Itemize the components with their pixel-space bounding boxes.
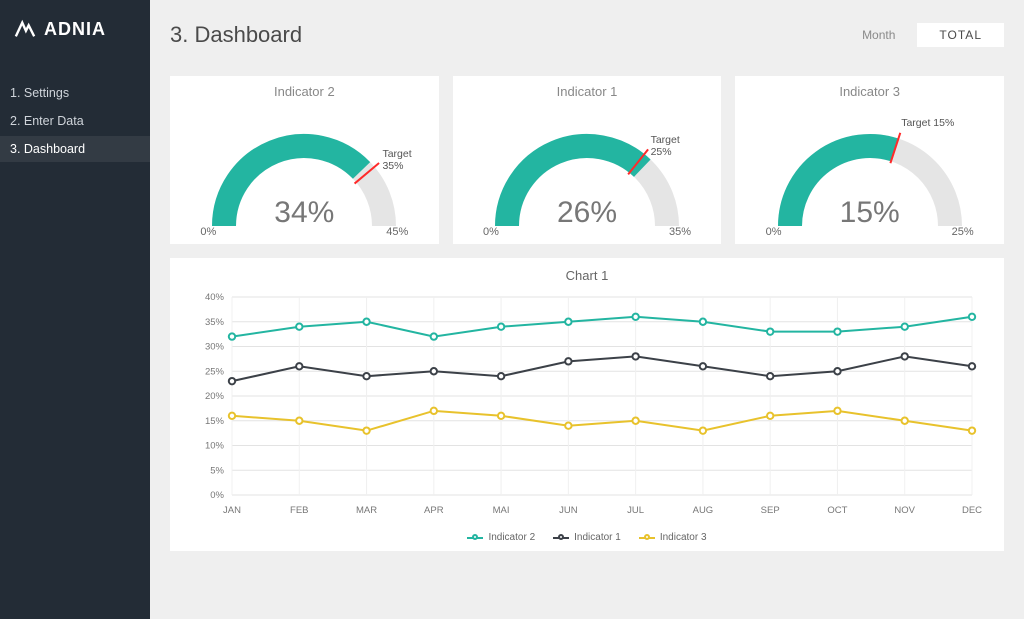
svg-text:0%: 0% bbox=[210, 490, 224, 501]
chart-card: Chart 1 0% 5% 10% 15% 20% 25% 30% 35% 40% JAN FEB M… bbox=[170, 258, 1004, 551]
gauge-max: 45% bbox=[386, 226, 408, 238]
legend-item: Indicator 1 bbox=[553, 532, 621, 543]
svg-text:30%: 30% bbox=[205, 342, 225, 353]
gauge-target-label: Target 25% bbox=[651, 134, 697, 158]
sidebar: ADNIA 1. Settings2. Enter Data3. Dashboa… bbox=[0, 0, 150, 619]
svg-text:10%: 10% bbox=[205, 441, 225, 452]
legend-item: Indicator 2 bbox=[467, 532, 535, 543]
gauge-title: Indicator 1 bbox=[465, 84, 710, 99]
svg-text:15%: 15% bbox=[205, 416, 225, 427]
svg-text:APR: APR bbox=[424, 505, 444, 516]
nav-item-2[interactable]: 3. Dashboard bbox=[0, 136, 150, 162]
gauge-card-0: Indicator 2 34% 0% 45% Target 35% bbox=[170, 76, 439, 244]
svg-text:MAR: MAR bbox=[356, 505, 377, 516]
gauge-min: 0% bbox=[200, 226, 216, 238]
svg-text:DEC: DEC bbox=[962, 505, 982, 516]
main: 3. Dashboard Month TOTAL Indicator 2 34%… bbox=[150, 0, 1024, 619]
gauge-title: Indicator 2 bbox=[182, 84, 427, 99]
gauge-value: 34% bbox=[194, 196, 414, 230]
brand-text: ADNIA bbox=[44, 19, 106, 40]
svg-text:FEB: FEB bbox=[290, 505, 308, 516]
gauge-target-label: Target 15% bbox=[901, 117, 954, 129]
svg-text:SEP: SEP bbox=[761, 505, 780, 516]
svg-text:35%: 35% bbox=[205, 317, 225, 328]
gauge: 15% 0% 25% Target 15% bbox=[760, 103, 980, 238]
svg-text:JUN: JUN bbox=[559, 505, 578, 516]
toggle-month[interactable]: Month bbox=[840, 23, 917, 47]
toggle-total[interactable]: TOTAL bbox=[917, 23, 1004, 47]
gauge-card-1: Indicator 1 26% 0% 35% Target 25% bbox=[453, 76, 722, 244]
nav-item-1[interactable]: 2. Enter Data bbox=[0, 108, 150, 134]
brand: ADNIA bbox=[0, 18, 150, 80]
gauge-value: 26% bbox=[477, 196, 697, 230]
svg-text:5%: 5% bbox=[210, 465, 224, 476]
gauge: 34% 0% 45% Target 35% bbox=[194, 103, 414, 238]
gauge-target-label: Target 35% bbox=[382, 148, 414, 172]
nav: 1. Settings2. Enter Data3. Dashboard bbox=[0, 80, 150, 162]
nav-item-0[interactable]: 1. Settings bbox=[0, 80, 150, 106]
svg-text:MAI: MAI bbox=[493, 505, 510, 516]
svg-text:20%: 20% bbox=[205, 391, 225, 402]
gauge-value: 15% bbox=[760, 196, 980, 230]
gauge-min: 0% bbox=[483, 226, 499, 238]
gauge-max: 35% bbox=[669, 226, 691, 238]
page-title: 3. Dashboard bbox=[170, 22, 302, 48]
svg-text:40%: 40% bbox=[205, 292, 225, 303]
gauge: 26% 0% 35% Target 25% bbox=[477, 103, 697, 238]
line-chart: 0% 5% 10% 15% 20% 25% 30% 35% 40% JAN FEB MAR APR MAI… bbox=[192, 291, 982, 521]
chart-title: Chart 1 bbox=[192, 268, 982, 283]
chart-legend: Indicator 2 Indicator 1 Indicator 3 bbox=[192, 532, 982, 543]
svg-text:NOV: NOV bbox=[894, 505, 915, 516]
svg-text:OCT: OCT bbox=[827, 505, 847, 516]
period-toggle: Month TOTAL bbox=[840, 23, 1004, 47]
svg-text:JAN: JAN bbox=[223, 505, 241, 516]
svg-text:JUL: JUL bbox=[627, 505, 644, 516]
logo-icon bbox=[14, 18, 36, 40]
gauge-title: Indicator 3 bbox=[747, 84, 992, 99]
gauge-max: 25% bbox=[952, 226, 974, 238]
gauge-min: 0% bbox=[766, 226, 782, 238]
svg-text:AUG: AUG bbox=[693, 505, 714, 516]
gauges-row: Indicator 2 34% 0% 45% Target 35% Indica… bbox=[170, 76, 1004, 244]
legend-item: Indicator 3 bbox=[639, 532, 707, 543]
header: 3. Dashboard Month TOTAL bbox=[170, 0, 1004, 70]
gauge-card-2: Indicator 3 15% 0% 25% Target 15% bbox=[735, 76, 1004, 244]
svg-text:25%: 25% bbox=[205, 366, 225, 377]
